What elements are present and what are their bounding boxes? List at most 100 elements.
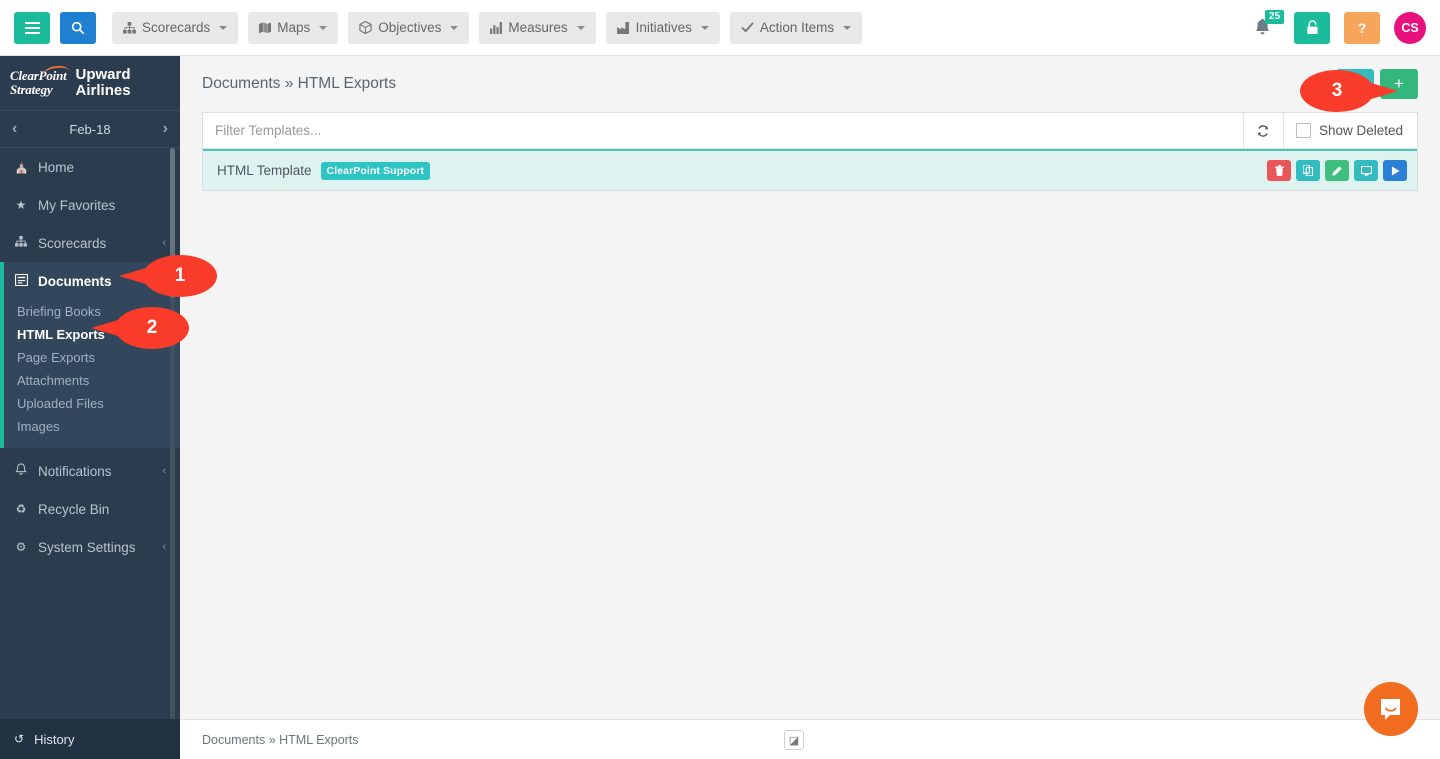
- nav-menu-objectives-label: Objectives: [378, 20, 441, 35]
- add-template-button[interactable]: +: [1380, 69, 1418, 99]
- nav-menu-scorecards[interactable]: Scorecards: [112, 12, 238, 44]
- hamburger-menu-button[interactable]: [14, 12, 50, 44]
- bell-icon: [14, 463, 28, 479]
- play-icon: [1391, 166, 1400, 176]
- sidebar-subitem-uploaded-files[interactable]: Uploaded Files: [4, 392, 180, 415]
- filter-templates-input[interactable]: [203, 113, 1243, 148]
- recycle-icon: ♻: [14, 502, 28, 516]
- nav-menu-initiatives[interactable]: Initiatives: [606, 12, 720, 44]
- templates-panel: Show Deleted HTML Template ClearPoint Su…: [202, 112, 1418, 191]
- edit-button[interactable]: [1325, 160, 1349, 181]
- row-action-buttons: [1267, 160, 1407, 181]
- template-name: HTML Template: [217, 163, 312, 178]
- nav-menu-scorecards-label: Scorecards: [142, 20, 210, 35]
- footer-info-button[interactable]: ◪: [784, 730, 804, 750]
- plus-icon: +: [1394, 74, 1404, 94]
- chevron-down-icon: [450, 26, 458, 30]
- chevron-down-icon: [219, 26, 227, 30]
- sidebar-subitem-html-exports[interactable]: HTML Exports: [4, 323, 180, 346]
- check-icon: [741, 22, 754, 33]
- sidebar-subitem-attachments-label: Attachments: [17, 373, 89, 388]
- help-label: ?: [1358, 20, 1367, 36]
- refresh-button[interactable]: [1243, 113, 1283, 148]
- period-selector: ‹ Feb-18 ›: [0, 110, 180, 148]
- sidebar-subitem-briefing-books-label: Briefing Books: [17, 304, 101, 319]
- sidebar-item-my-favorites-label: My Favorites: [38, 198, 115, 213]
- nav-menu-maps-label: Maps: [277, 20, 310, 35]
- sidebar-scrollbar[interactable]: [170, 148, 175, 759]
- lock-icon: [1306, 20, 1319, 35]
- sidebar-subitem-uploaded-files-label: Uploaded Files: [17, 396, 104, 411]
- footer-bar: Documents » HTML Exports ◪: [180, 719, 1440, 759]
- nav-menu-maps[interactable]: Maps: [248, 12, 338, 44]
- period-next-button[interactable]: ›: [163, 120, 168, 138]
- sitemap-icon: [123, 22, 136, 34]
- user-avatar[interactable]: CS: [1394, 12, 1426, 44]
- trash-icon: [1275, 165, 1284, 176]
- collapse-panel-button[interactable]: «: [1336, 69, 1374, 99]
- nav-menu-action-items-label: Action Items: [760, 20, 834, 35]
- chevron-double-left-icon: «: [1351, 77, 1358, 92]
- cube-icon: [359, 21, 372, 34]
- sidebar-subitem-html-exports-label: HTML Exports: [17, 327, 105, 342]
- sidebar-subitem-attachments[interactable]: Attachments: [4, 369, 180, 392]
- table-row[interactable]: HTML Template ClearPoint Support: [203, 149, 1417, 190]
- history-icon: ↺: [14, 732, 24, 746]
- show-deleted-label: Show Deleted: [1319, 123, 1403, 138]
- nav-menu-action-items[interactable]: Action Items: [730, 12, 862, 44]
- show-deleted-toggle[interactable]: Show Deleted: [1283, 113, 1417, 148]
- sidebar-item-home[interactable]: ⛪ Home: [0, 148, 180, 186]
- map-icon: [259, 22, 271, 34]
- help-button[interactable]: ?: [1344, 12, 1380, 44]
- show-deleted-checkbox[interactable]: [1296, 123, 1311, 138]
- refresh-icon: [1256, 124, 1270, 138]
- copy-icon: [1303, 165, 1313, 176]
- top-navigation-bar: Scorecards Maps Objectives Measures: [0, 0, 1440, 56]
- gear-icon: ⚙: [14, 540, 28, 554]
- monitor-icon: [1361, 166, 1372, 176]
- notifications-button[interactable]: 25: [1254, 14, 1280, 42]
- main-content: Documents » HTML Exports « +: [180, 56, 1440, 759]
- sidebar: ClearPoint Strategy Upward Airlines ‹ Fe…: [0, 56, 180, 759]
- sidebar-item-scorecards[interactable]: Scorecards ‹: [0, 224, 180, 262]
- logo-line-2: Strategy: [10, 83, 67, 97]
- sidebar-item-home-label: Home: [38, 160, 74, 175]
- sidebar-item-documents[interactable]: Documents: [4, 262, 180, 300]
- sidebar-item-system-settings[interactable]: ⚙ System Settings ‹: [0, 528, 180, 566]
- delete-button[interactable]: [1267, 160, 1291, 181]
- chevron-down-icon: [843, 26, 851, 30]
- star-icon: ★: [14, 198, 28, 212]
- lock-button[interactable]: [1294, 12, 1330, 44]
- search-button[interactable]: [60, 12, 96, 44]
- chevron-left-icon: ‹: [162, 465, 166, 477]
- run-button[interactable]: [1383, 160, 1407, 181]
- notification-count-badge: 25: [1265, 10, 1284, 24]
- display-button[interactable]: [1354, 160, 1378, 181]
- nav-menu-objectives[interactable]: Objectives: [348, 12, 469, 44]
- intercom-chat-button[interactable]: [1364, 682, 1418, 736]
- sidebar-subitem-images[interactable]: Images: [4, 415, 180, 438]
- status-badge: ClearPoint Support: [321, 162, 430, 180]
- avatar-initials: CS: [1401, 21, 1418, 35]
- period-prev-button[interactable]: ‹: [12, 120, 17, 138]
- sidebar-item-my-favorites[interactable]: ★ My Favorites: [0, 186, 180, 224]
- clearpoint-logo: ClearPoint Strategy: [10, 69, 67, 96]
- factory-icon: [617, 22, 630, 34]
- page-header-actions: « +: [1336, 69, 1418, 99]
- chevron-down-icon: [319, 26, 327, 30]
- brand-header[interactable]: ClearPoint Strategy Upward Airlines: [0, 56, 180, 110]
- history-button[interactable]: ↺ History: [0, 719, 180, 759]
- nav-menu-initiatives-label: Initiatives: [636, 20, 692, 35]
- documents-section: Documents Briefing Books HTML Exports Pa…: [0, 262, 180, 448]
- bar-chart-icon: [490, 22, 502, 34]
- pencil-icon: [1332, 166, 1342, 176]
- chevron-left-icon: ‹: [162, 541, 166, 553]
- nav-menu-measures[interactable]: Measures: [479, 12, 595, 44]
- sidebar-item-notifications[interactable]: Notifications ‹: [0, 452, 180, 490]
- top-bar-right-group: 25 ? CS: [1254, 12, 1426, 44]
- copy-button[interactable]: [1296, 160, 1320, 181]
- sidebar-scrollbar-thumb[interactable]: [170, 148, 175, 298]
- sidebar-subitem-page-exports[interactable]: Page Exports: [4, 346, 180, 369]
- sidebar-item-recycle-bin[interactable]: ♻ Recycle Bin: [0, 490, 180, 528]
- sidebar-subitem-briefing-books[interactable]: Briefing Books: [4, 300, 180, 323]
